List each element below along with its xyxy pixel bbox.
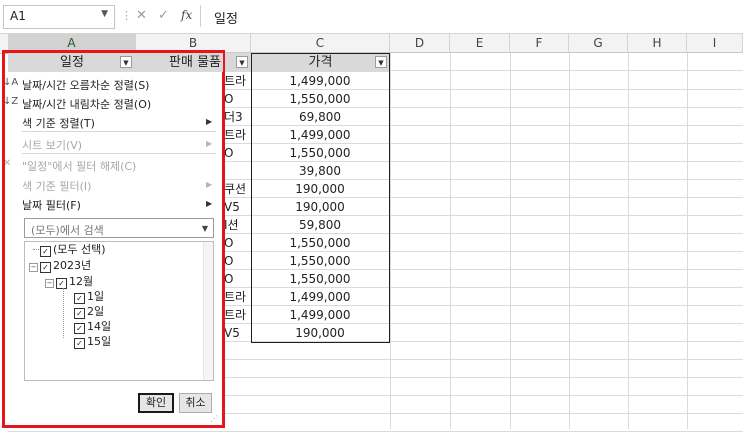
cell-b: V5 [224,326,240,340]
column-header-b[interactable]: B [136,34,251,53]
tree-label: 2023년 [53,259,92,272]
menu-item-sort-desc[interactable]: 날짜/시간 내림차순 정렬(O) [22,96,151,112]
column-header-h[interactable]: H [628,34,687,53]
resize-grip-icon[interactable]: ⋰ [210,414,218,423]
filter-search-input[interactable]: (모두)에서 검색 ▼ [24,218,214,238]
name-box[interactable]: A1 ▼ [3,5,115,29]
tree-node-month[interactable]: ✓ 12월 [56,275,93,289]
column-header-g[interactable]: G [569,34,628,53]
checkbox-icon[interactable]: ✓ [40,262,51,273]
checkbox-icon[interactable]: ✓ [74,293,85,304]
column-header-e[interactable]: E [450,34,510,53]
menu-item-sheet-view: 시트 보기(V) [22,139,83,152]
cell-b: 쿠션 [224,182,247,196]
cell-b [224,162,250,180]
cell-b: I션 [224,218,239,232]
grip-icon: ⋮ [121,9,132,22]
dropdown-arrow-icon[interactable]: ▼ [101,9,108,19]
column-header-a[interactable]: A [8,34,136,53]
menu-item-date-filter[interactable]: 날짜 필터(F) [22,197,81,213]
tree-label: (모두 선택) [53,243,106,256]
formula-divider [200,5,201,27]
header-cell-a-active[interactable]: 일정 [8,53,136,72]
filter-value-tree: ✓ (모두 선택) − ✓ 2023년 − ✓ 12월 ✓ 1일 ✓ 2일 ✓ 14일 ✓ 1… [24,241,214,381]
cell-b: O [224,146,234,160]
filter-button-b[interactable]: ▼ [236,56,248,68]
tree-label: 2일 [87,305,105,318]
cell-b: V5 [224,200,240,214]
submenu-arrow-icon: ▶ [206,180,213,189]
menu-item-sort-by-color[interactable]: 색 기준 정렬(T) [22,115,95,131]
column-header-d[interactable]: D [390,34,450,53]
fx-icon[interactable]: fx [181,8,192,22]
submenu-arrow-icon: ▶ [206,199,213,208]
tree-node-day[interactable]: ✓ 1일 [74,290,104,304]
collapse-icon[interactable]: − [45,279,54,288]
tree-connector [33,249,39,251]
column-header-i[interactable]: I [687,34,743,53]
cell-b: 더3 [224,110,243,124]
submenu-arrow-icon: ▶ [206,139,213,148]
formula-bar: A1 ▼ ⋮ ✕ ✓ fx 일정 [0,0,743,34]
tree-label: 15일 [87,335,112,348]
cancel-icon[interactable]: ✕ [136,8,147,23]
checkbox-icon[interactable]: ✓ [74,338,85,349]
cancel-button[interactable]: 취소 [179,393,212,413]
collapse-icon[interactable]: − [29,263,38,272]
ok-button[interactable]: 확인 [138,393,174,413]
checkbox-icon[interactable]: ✓ [40,246,51,257]
name-box-value: A1 [10,9,26,23]
clear-filter-icon: ✕ [3,158,12,169]
header-cell-b-overlap: 판매 물품 [136,53,223,72]
cell-b: 트라 [224,128,247,142]
tree-label: 14일 [87,320,112,333]
tree-scrollbar[interactable] [203,242,213,380]
tree-node-select-all[interactable]: ✓ (모두 선택) [40,243,106,257]
tree-node-day[interactable]: ✓ 14일 [74,320,111,334]
tree-label: 1일 [87,290,105,303]
cell-b: 트라 [224,290,247,304]
menu-item-filter-by-color: 색 기준 필터(I) [22,180,92,193]
enter-icon[interactable]: ✓ [158,8,169,23]
search-placeholder: (모두)에서 검색 [31,224,104,237]
dropdown-arrow-icon[interactable]: ▼ [202,224,208,233]
menu-separator [22,131,216,132]
checkbox-icon[interactable]: ✓ [74,323,85,334]
cell-b: O [224,236,234,250]
filter-button-a[interactable]: ▼ [120,56,132,68]
formula-input[interactable]: 일정 [214,8,238,27]
tree-connector [63,288,65,338]
tree-node-day[interactable]: ✓ 2일 [74,305,104,319]
menu-item-clear-filter: "일정"에서 필터 해제(C) [22,160,137,173]
tree-node-day[interactable]: ✓ 15일 [74,335,111,349]
cell-b: O [224,254,234,268]
tree-node-year[interactable]: ✓ 2023년 [40,259,91,273]
sort-ascending-icon: ↓A [3,77,19,88]
tree-label: 12월 [69,275,94,288]
submenu-arrow-icon: ▶ [206,117,213,126]
menu-item-sort-asc[interactable]: 날짜/시간 오름차순 정렬(S) [22,77,149,93]
cell-b: 트라 [224,308,247,322]
column-header-c[interactable]: C [251,34,390,53]
select-all-corner[interactable] [0,34,8,54]
checkbox-icon[interactable]: ✓ [74,308,85,319]
cell-b: 트라 [224,74,247,88]
menu-separator [22,153,216,154]
cell-b: O [224,272,234,286]
checkbox-icon[interactable]: ✓ [56,278,67,289]
column-header-f[interactable]: F [510,34,569,53]
table-border [251,53,390,343]
cell-b: O [224,92,234,106]
sort-descending-icon: ↓Z [3,96,19,107]
